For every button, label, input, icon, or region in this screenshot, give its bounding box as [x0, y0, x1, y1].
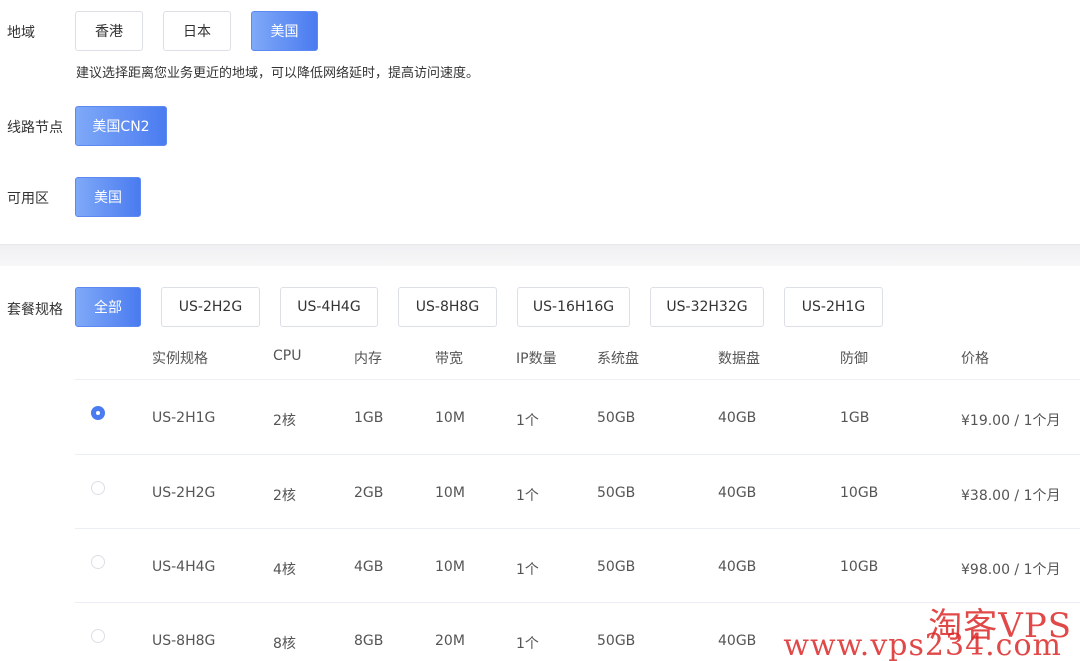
cell-cpu: 2核 — [273, 413, 296, 429]
cell-spec: US-4H4G — [152, 559, 216, 575]
cell-memory: 2GB — [354, 485, 384, 501]
row-radio[interactable] — [91, 629, 105, 643]
cell-cpu: 4核 — [273, 562, 296, 578]
column-header-bandwidth: 带宽 — [435, 351, 463, 367]
cell-system-disk: 50GB — [597, 485, 636, 501]
table-row[interactable]: US-4H4G 4核 4GB 10M 1个 50GB 40GB 10GB ¥98… — [75, 529, 1080, 603]
cell-price: ¥98.00 / 1个月 — [961, 562, 1061, 578]
column-header-cpu: CPU — [273, 348, 302, 364]
plan-filter-us-8h8g[interactable]: US-8H8G — [398, 287, 497, 327]
region-hint-text: 建议选择距离您业务更近的地域，可以降低网络延时，提高访问速度。 — [76, 66, 480, 81]
column-header-system-disk: 系统盘 — [597, 351, 639, 367]
cell-system-disk: 50GB — [597, 559, 636, 575]
plan-table-header: 实例规格 CPU 内存 带宽 IP数量 系统盘 数据盘 防御 价格 — [75, 334, 1080, 380]
column-header-price: 价格 — [961, 351, 989, 367]
cell-defense: 10GB — [840, 559, 879, 575]
zone-label: 可用区 — [7, 191, 49, 207]
cell-ip-count: 1个 — [516, 488, 539, 504]
cell-cpu: 8核 — [273, 636, 296, 652]
cell-price: ¥19.00 / 1个月 — [961, 413, 1061, 429]
section-divider — [0, 244, 1080, 266]
region-config-section: 地域 香港 日本 美国 建议选择距离您业务更近的地域，可以降低网络延时，提高访问… — [0, 0, 1080, 244]
column-header-data-disk: 数据盘 — [718, 351, 760, 367]
plan-label: 套餐规格 — [7, 302, 63, 318]
plan-filter-us-32h32g[interactable]: US-32H32G — [650, 287, 764, 327]
region-option-usa[interactable]: 美国 — [251, 11, 318, 51]
plan-filter-us-2h1g[interactable]: US-2H1G — [784, 287, 883, 327]
column-header-ip-count: IP数量 — [516, 351, 557, 367]
cell-memory: 8GB — [354, 633, 384, 649]
cell-cpu: 2核 — [273, 488, 296, 504]
cell-data-disk: 40GB — [718, 633, 757, 649]
cell-system-disk: 50GB — [597, 633, 636, 649]
cell-system-disk: 50GB — [597, 410, 636, 426]
cell-bandwidth: 10M — [435, 559, 465, 575]
table-row[interactable]: US-2H1G 2核 1GB 10M 1个 50GB 40GB 1GB ¥19.… — [75, 381, 1080, 455]
line-node-label: 线路节点 — [7, 120, 63, 136]
row-radio[interactable] — [91, 481, 105, 495]
cell-bandwidth: 20M — [435, 633, 465, 649]
line-node-option-us-cn2[interactable]: 美国CN2 — [75, 106, 167, 146]
region-option-hongkong[interactable]: 香港 — [75, 11, 143, 51]
plan-filter-us-4h4g[interactable]: US-4H4G — [280, 287, 378, 327]
plan-filter-us-2h2g[interactable]: US-2H2G — [161, 287, 260, 327]
cell-spec: US-8H8G — [152, 633, 216, 649]
row-radio[interactable] — [91, 555, 105, 569]
row-radio[interactable] — [91, 406, 105, 420]
cell-spec: US-2H1G — [152, 410, 216, 426]
zone-option-usa[interactable]: 美国 — [75, 177, 141, 217]
cell-spec: US-2H2G — [152, 485, 216, 501]
cell-price: ¥38.00 / 1个月 — [961, 488, 1061, 504]
cell-data-disk: 40GB — [718, 410, 757, 426]
cell-bandwidth: 10M — [435, 485, 465, 501]
column-header-defense: 防御 — [840, 351, 868, 367]
cell-data-disk: 40GB — [718, 559, 757, 575]
cell-bandwidth: 10M — [435, 410, 465, 426]
region-option-japan[interactable]: 日本 — [163, 11, 231, 51]
cell-data-disk: 40GB — [718, 485, 757, 501]
cell-defense: 1GB — [840, 410, 870, 426]
cell-ip-count: 1个 — [516, 636, 539, 652]
table-row[interactable]: US-2H2G 2核 2GB 10M 1个 50GB 40GB 10GB ¥38… — [75, 455, 1080, 529]
cell-memory: 1GB — [354, 410, 384, 426]
column-header-spec: 实例规格 — [152, 351, 208, 367]
cell-ip-count: 1个 — [516, 413, 539, 429]
column-header-memory: 内存 — [354, 351, 382, 367]
cell-defense: 10GB — [840, 485, 879, 501]
cell-ip-count: 1个 — [516, 562, 539, 578]
watermark-url: www.vps234.com — [783, 628, 1062, 661]
region-label: 地域 — [7, 25, 35, 41]
plan-filter-us-16h16g[interactable]: US-16H16G — [517, 287, 630, 327]
plan-filter-all[interactable]: 全部 — [75, 287, 141, 327]
cell-memory: 4GB — [354, 559, 384, 575]
